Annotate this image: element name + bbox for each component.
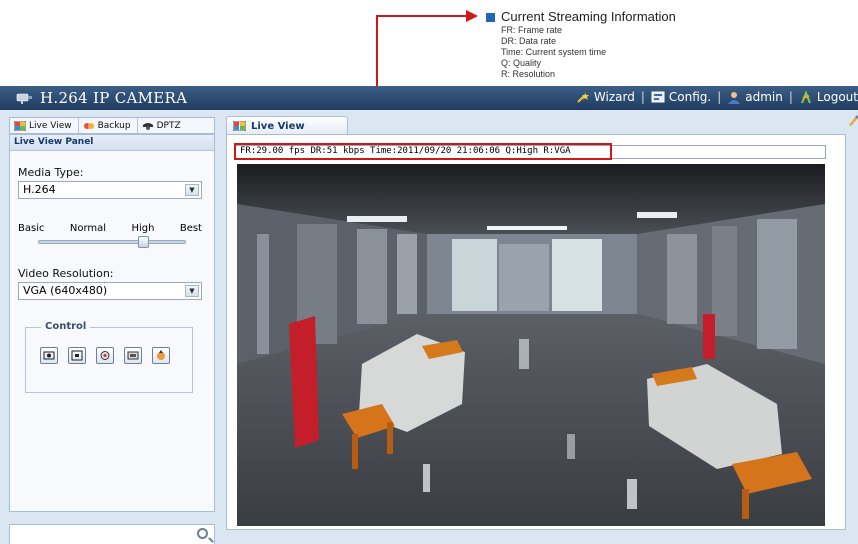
left-tab-strip: Live View Backup DPTZ bbox=[9, 117, 215, 134]
control-legend: Control bbox=[41, 321, 91, 332]
snapshot-icon bbox=[43, 351, 55, 360]
ptz-icon bbox=[157, 350, 165, 360]
top-links: Wizard | Config. | admin | Logout bbox=[576, 90, 858, 104]
chevron-down-icon: ▼ bbox=[185, 285, 199, 297]
config-icon bbox=[651, 91, 665, 102]
title-bar: H.264 IP CAMERA Wizard | Config. | admin… bbox=[0, 86, 858, 110]
live-view-icon bbox=[233, 121, 246, 131]
logout-link[interactable]: Logout bbox=[799, 90, 858, 104]
tab-live-view-label: Live View bbox=[29, 120, 72, 131]
annotation-line-r: R: Resolution bbox=[501, 69, 556, 79]
backup-icon bbox=[83, 122, 94, 129]
app-title: H.264 IP CAMERA bbox=[40, 89, 188, 107]
user-icon bbox=[728, 91, 741, 104]
wizard-icon bbox=[577, 91, 589, 103]
wizard-link[interactable]: Wizard bbox=[576, 90, 635, 104]
snapshot-button[interactable] bbox=[40, 347, 58, 364]
chevron-down-icon: ▼ bbox=[185, 184, 199, 196]
annotation-line-time: Time: Current system time bbox=[501, 47, 607, 57]
panel-title: Live View Panel bbox=[10, 135, 214, 151]
fullscreen-icon bbox=[71, 350, 83, 361]
top-link-separator: | bbox=[717, 90, 722, 104]
quality-label-normal: Normal bbox=[69, 223, 107, 234]
video-feed[interactable] bbox=[237, 164, 825, 526]
resolution-value: VGA (640x480) bbox=[23, 284, 108, 297]
tab-live-view-main-label: Live View bbox=[251, 120, 305, 132]
quality-label-high: High bbox=[131, 223, 155, 234]
camera-icon bbox=[16, 93, 32, 104]
annotation-arrow-horizontal bbox=[376, 15, 468, 17]
quality-label-best: Best bbox=[179, 223, 202, 234]
tab-dptz[interactable]: DPTZ bbox=[138, 118, 187, 133]
quality-label-basic: Basic bbox=[18, 223, 45, 234]
user-label: admin bbox=[745, 90, 783, 104]
audio-icon bbox=[100, 351, 110, 360]
record-button[interactable] bbox=[124, 347, 142, 364]
record-icon bbox=[127, 351, 139, 360]
tab-backup-label: Backup bbox=[97, 120, 131, 131]
glass-door-left bbox=[452, 239, 497, 311]
fullscreen-button[interactable] bbox=[68, 347, 86, 364]
media-type-select[interactable]: H.264 ▼ bbox=[18, 181, 202, 199]
annotation-line-fr: FR: Frame rate bbox=[501, 25, 563, 35]
wizard-label: Wizard bbox=[593, 90, 635, 104]
annotation-title: Current Streaming Information bbox=[501, 9, 676, 24]
resolution-select[interactable]: VGA (640x480) ▼ bbox=[18, 282, 202, 300]
annotation-marker bbox=[486, 13, 495, 22]
live-view-panel: Live View Panel Media Type: H.264 ▼ Basi… bbox=[9, 134, 215, 512]
ptz-button[interactable] bbox=[152, 347, 170, 364]
glass-door-right bbox=[552, 239, 602, 311]
annotation-line-q: Q: Quality bbox=[501, 58, 542, 68]
quality-labels: Basic Normal High Best bbox=[18, 223, 202, 234]
annotation-arrow-head bbox=[466, 10, 478, 22]
logout-label: Logout bbox=[816, 90, 858, 104]
media-type-label: Media Type: bbox=[18, 166, 84, 179]
live-view-icon bbox=[14, 120, 26, 131]
pencil-icon[interactable] bbox=[848, 114, 858, 126]
quality-slider-track[interactable] bbox=[38, 240, 186, 244]
config-link[interactable]: Config. bbox=[651, 90, 711, 104]
tab-live-view-main[interactable]: Live View bbox=[226, 116, 348, 135]
search-icon[interactable] bbox=[197, 528, 208, 539]
user-link[interactable]: admin bbox=[727, 90, 783, 104]
camera-scene bbox=[237, 164, 825, 526]
search-input[interactable] bbox=[9, 524, 215, 544]
annotation-line-dr: DR: Data rate bbox=[501, 36, 557, 46]
streaming-info-highlight bbox=[234, 143, 612, 160]
resolution-label: Video Resolution: bbox=[18, 267, 114, 280]
tab-dptz-label: DPTZ bbox=[156, 120, 181, 131]
audio-button[interactable] bbox=[96, 347, 114, 364]
media-type-value: H.264 bbox=[23, 183, 56, 196]
top-link-separator: | bbox=[640, 90, 645, 104]
top-link-separator: | bbox=[788, 90, 793, 104]
tab-backup[interactable]: Backup bbox=[79, 118, 138, 133]
logout-icon bbox=[800, 90, 811, 103]
red-panel-right bbox=[703, 314, 715, 359]
quality-slider-thumb[interactable] bbox=[138, 236, 149, 248]
tab-live-view[interactable]: Live View bbox=[10, 118, 79, 133]
config-label: Config. bbox=[668, 90, 712, 104]
dptz-icon bbox=[142, 122, 153, 130]
